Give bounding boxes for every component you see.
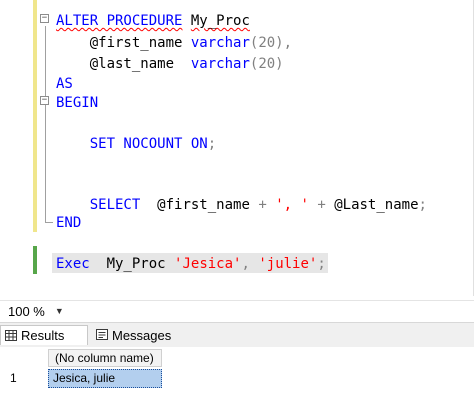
results-tab-bar: Results Messages [0,322,474,348]
keyword-end: END [56,215,82,231]
code-line-alter: ALTER PROCEDURE My_Proc [56,12,250,30]
code-line-exec: Exec My_Proc 'Jesica', 'julie'; [56,255,326,273]
code-outline-end [45,222,53,223]
saved-lines-marker [33,246,37,274]
column-header[interactable]: (No column name) [48,349,162,367]
row-number[interactable]: 1 [10,369,40,387]
result-cell[interactable]: Jesica, julie [48,369,162,388]
tab-messages-label: Messages [112,327,172,343]
keyword-as: AS [56,76,73,92]
code-line-begin: BEGIN [56,94,98,112]
collapse-alter-icon[interactable]: − [40,14,49,23]
string-separator: ', ' [275,197,309,213]
semicolon: ; [317,256,326,272]
operator-plus: + [258,197,267,213]
keyword-select: SELECT [89,197,141,213]
operator-plus: + [317,197,326,213]
tab-messages[interactable]: Messages [92,325,182,345]
type-size: (20), [249,35,293,51]
comma: , [241,256,250,272]
zoom-value: 100 % [8,303,45,319]
tab-results[interactable]: Results [0,325,88,345]
param-first-name: @first_name [89,35,183,51]
code-line-end: END [56,214,81,232]
code-line-set-nocount: SET NOCOUNT ON; [56,135,216,153]
semicolon: ; [418,197,427,213]
code-line-select: SELECT @first_name + ', ' + @Last_name; [56,196,427,214]
grid-icon [5,330,17,341]
procedure-name: My_Proc [190,13,250,29]
procedure-name-ref: My_Proc [106,256,166,272]
type-varchar: varchar [190,56,250,72]
code-line-as: AS [56,75,73,93]
type-varchar: varchar [190,35,250,51]
results-grid: (No column name) 1 Jesica, julie [0,347,474,406]
param-first-name-ref: @first_name [157,197,250,213]
code-line-param-last: @last_name varchar(20) [56,55,284,73]
type-size: (20) [249,56,284,72]
keyword-set-nocount-on: SET NOCOUNT ON [89,136,208,152]
keyword-exec: Exec [56,256,90,272]
tab-results-label: Results [21,328,65,343]
keyword-begin: BEGIN [56,95,99,111]
chevron-down-icon: ▼ [54,306,64,316]
keyword-alter-procedure: ALTER PROCEDURE [56,13,183,29]
param-last-name: @last_name [89,56,175,72]
zoom-dropdown[interactable]: 100 % ▼ [6,303,74,319]
string-arg-last: 'julie' [258,256,318,272]
collapse-begin-icon[interactable]: − [40,96,49,105]
param-last-name-ref: @Last_name [334,197,419,213]
message-icon [96,329,108,340]
changed-lines-marker [33,0,37,232]
semicolon: ; [207,136,217,152]
query-editor[interactable]: − − ALTER PROCEDURE My_Proc @first_name … [0,0,474,296]
code-outline-line [45,26,46,222]
code-line-param-first: @first_name varchar(20), [56,34,292,52]
zoom-bar: 100 % ▼ [0,300,474,321]
string-arg-first: 'Jesica' [174,256,242,272]
